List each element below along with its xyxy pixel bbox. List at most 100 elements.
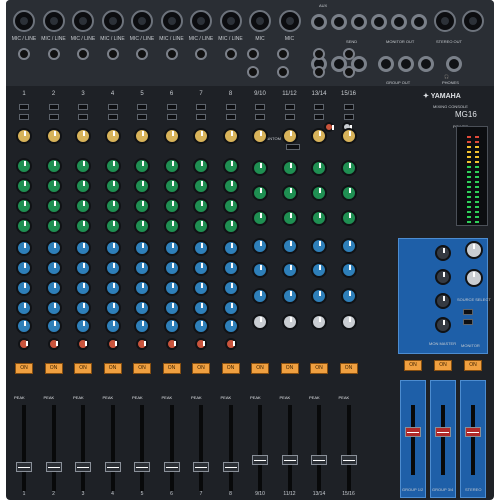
gain-knob[interactable] bbox=[222, 128, 239, 144]
channel-fader-cap[interactable] bbox=[311, 455, 327, 465]
aux2-knob[interactable] bbox=[104, 260, 121, 276]
xlr-input-jack[interactable] bbox=[190, 10, 212, 32]
eq-high-knob[interactable] bbox=[163, 158, 180, 174]
channel-fader-cap[interactable] bbox=[340, 455, 357, 465]
comp-knob[interactable] bbox=[163, 300, 180, 316]
channel-fader-cap[interactable] bbox=[252, 455, 268, 465]
channel-on-button[interactable]: ON bbox=[74, 363, 92, 374]
xlr-input-jack[interactable] bbox=[249, 10, 271, 32]
eq-mid-knob[interactable] bbox=[134, 198, 150, 214]
aux2-knob[interactable] bbox=[311, 262, 327, 278]
pad-switch[interactable] bbox=[19, 104, 29, 110]
channel-on-button[interactable]: ON bbox=[15, 363, 33, 374]
hpf-switch[interactable] bbox=[107, 114, 118, 120]
eq-mid-freq-knob[interactable] bbox=[222, 178, 239, 194]
comp-knob[interactable] bbox=[222, 300, 239, 316]
eq-high-knob[interactable] bbox=[193, 158, 209, 174]
hpf-switch[interactable] bbox=[225, 114, 236, 120]
eq-high-knob[interactable] bbox=[16, 158, 32, 174]
monitor-out-jack[interactable] bbox=[391, 14, 407, 30]
channel-fader-cap[interactable] bbox=[281, 455, 298, 465]
aux2-knob[interactable] bbox=[45, 260, 62, 276]
aux1-knob[interactable] bbox=[134, 240, 150, 256]
aux1-knob[interactable] bbox=[45, 240, 62, 256]
pad-switch[interactable] bbox=[314, 104, 324, 110]
channel-fader-cap[interactable] bbox=[75, 462, 91, 472]
eq-mid-knob[interactable] bbox=[311, 185, 327, 201]
eq-mid-knob[interactable] bbox=[340, 185, 357, 201]
stereo-out-xlr-jack[interactable] bbox=[462, 10, 484, 32]
aux1-knob[interactable] bbox=[340, 238, 357, 254]
hpf-switch[interactable] bbox=[284, 114, 295, 120]
gain-knob[interactable] bbox=[311, 128, 327, 144]
eq-mid-freq-knob[interactable] bbox=[163, 178, 180, 194]
channel-on-button[interactable]: ON bbox=[103, 363, 122, 374]
hpf-switch[interactable] bbox=[48, 114, 59, 120]
mon-stereo-knob[interactable] bbox=[435, 317, 451, 333]
fx-knob[interactable] bbox=[104, 280, 121, 296]
channel-on-button[interactable]: ON bbox=[251, 363, 269, 374]
line-input-jack[interactable] bbox=[18, 48, 30, 60]
gain-knob[interactable] bbox=[75, 128, 91, 144]
eq-mid-knob[interactable] bbox=[75, 198, 91, 214]
eq-high-knob[interactable] bbox=[104, 158, 121, 174]
comp-knob[interactable] bbox=[134, 300, 150, 316]
pad-switch[interactable] bbox=[343, 104, 354, 110]
line-input-jack[interactable] bbox=[195, 48, 207, 60]
eq-low-knob[interactable] bbox=[104, 218, 121, 234]
bal-knob[interactable] bbox=[311, 314, 327, 330]
line-input-jack[interactable] bbox=[77, 48, 89, 60]
hpf-switch[interactable] bbox=[137, 114, 147, 120]
aux1-knob[interactable] bbox=[16, 240, 32, 256]
eq-low-knob[interactable] bbox=[163, 218, 180, 234]
channel-on-button[interactable]: ON bbox=[280, 363, 299, 374]
aux1-knob[interactable] bbox=[193, 240, 209, 256]
eq-mid-freq-knob[interactable] bbox=[75, 178, 91, 194]
aux2-knob[interactable] bbox=[281, 262, 298, 278]
aux2-knob[interactable] bbox=[222, 260, 239, 276]
eq-mid-knob[interactable] bbox=[193, 198, 209, 214]
channel-fader-cap[interactable] bbox=[104, 462, 121, 472]
group-out-jack[interactable] bbox=[378, 56, 394, 72]
group-out-jack[interactable] bbox=[418, 56, 434, 72]
line-input-jack[interactable] bbox=[106, 48, 119, 60]
fx-knob[interactable] bbox=[163, 280, 180, 296]
aux1-knob[interactable] bbox=[222, 240, 239, 256]
hpf-switch[interactable] bbox=[343, 114, 354, 120]
hpf-switch[interactable] bbox=[19, 114, 29, 120]
pan-knob[interactable] bbox=[163, 318, 180, 334]
line-input-jack-right[interactable] bbox=[313, 66, 325, 78]
mon-aux-knob[interactable] bbox=[435, 269, 451, 285]
mon-fx-knob[interactable] bbox=[435, 293, 451, 309]
channel-on-button[interactable]: ON bbox=[339, 363, 358, 374]
channel-on-button[interactable]: ON bbox=[221, 363, 240, 374]
eq-high-knob[interactable] bbox=[75, 158, 91, 174]
eq-low-knob[interactable] bbox=[281, 210, 298, 226]
xlr-input-jack[interactable] bbox=[72, 10, 94, 32]
hpf-switch[interactable] bbox=[255, 114, 265, 120]
gain-knob[interactable] bbox=[16, 128, 32, 144]
eq-mid-knob[interactable] bbox=[281, 185, 298, 201]
comp-knob[interactable] bbox=[45, 300, 62, 316]
hpf-switch[interactable] bbox=[78, 114, 88, 120]
eq-mid-freq-knob[interactable] bbox=[134, 178, 150, 194]
fx-knob[interactable] bbox=[281, 288, 298, 304]
channel-on-button[interactable]: ON bbox=[310, 363, 328, 374]
line-input-jack-right[interactable] bbox=[247, 66, 259, 78]
line-input-jack[interactable] bbox=[47, 48, 60, 60]
line-input-jack-right[interactable] bbox=[342, 66, 355, 78]
eq-high-knob[interactable] bbox=[45, 158, 62, 174]
xlr-input-jack[interactable] bbox=[160, 10, 183, 32]
pan-knob[interactable] bbox=[222, 318, 239, 334]
fx-knob[interactable] bbox=[16, 280, 32, 296]
pad-switch[interactable] bbox=[225, 104, 236, 110]
aux2-knob[interactable] bbox=[134, 260, 150, 276]
pad-switch[interactable] bbox=[137, 104, 147, 110]
aux1-knob[interactable] bbox=[75, 240, 91, 256]
xlr-input-jack[interactable] bbox=[101, 10, 124, 32]
eq-mid-freq-knob[interactable] bbox=[104, 178, 121, 194]
group-1-2-on-button[interactable]: ON bbox=[404, 360, 422, 371]
gain-knob[interactable] bbox=[104, 128, 121, 144]
line-input-jack-left[interactable] bbox=[342, 48, 355, 60]
aux1-knob[interactable] bbox=[104, 240, 121, 256]
